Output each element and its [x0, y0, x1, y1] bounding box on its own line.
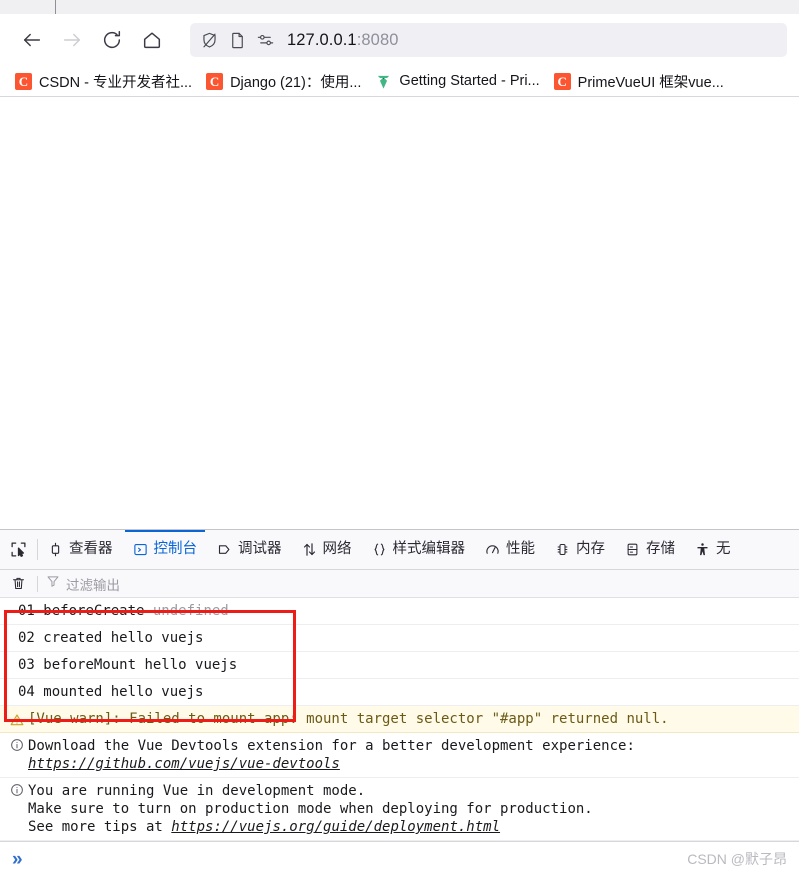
url-text: 127.0.0.1:8080	[287, 31, 399, 50]
tab-network[interactable]: 网络	[292, 530, 362, 569]
bookmark-label: CSDN - 专业开发者社...	[39, 74, 193, 91]
deployment-link[interactable]: https://vuejs.org/guide/deployment.html	[171, 819, 500, 835]
console-log-row[interactable]: 02 created hello vuejs	[0, 625, 799, 652]
info-circle-icon	[6, 737, 28, 752]
tab-accessibility[interactable]: 无	[685, 530, 741, 569]
csdn-favicon: C	[553, 72, 571, 90]
log-text: 04 mounted hello vuejs	[18, 684, 204, 700]
log-text: 01 beforeCreate	[18, 603, 153, 619]
log-value: undefined	[152, 603, 229, 619]
page-icon[interactable]	[228, 31, 247, 50]
console-filter-bar: 过滤输出	[0, 570, 799, 598]
bookmark-item[interactable]: C Django (21)：使用...	[199, 68, 368, 95]
console-status-bar: » CSDN @默子昂	[0, 841, 799, 876]
tab-label: 存储	[646, 541, 675, 558]
tab-label: 控制台	[153, 541, 198, 558]
shield-off-icon[interactable]	[200, 31, 219, 50]
back-button[interactable]	[12, 20, 52, 60]
log-text: 03 beforeMount hello vuejs	[18, 657, 238, 673]
url-host: 127.0.0.1	[287, 30, 357, 49]
tab-label: 样式编辑器	[392, 541, 466, 558]
tab-performance[interactable]: 性能	[475, 530, 545, 569]
tab-storage[interactable]: 存储	[615, 530, 685, 569]
element-picker-icon[interactable]	[0, 530, 37, 569]
console-prompt[interactable]: »	[12, 850, 23, 869]
devtools-link[interactable]: https://github.com/vuejs/vue-devtools	[28, 756, 340, 772]
info-line: You are running Vue in development mode.	[28, 783, 366, 799]
info-body: Download the Vue Devtools extension for …	[28, 737, 793, 773]
info-line: Make sure to turn on production mode whe…	[28, 801, 593, 817]
log-text: 02 created hello vuejs	[18, 630, 204, 646]
address-bar[interactable]: 127.0.0.1:8080	[190, 23, 787, 57]
warning-triangle-icon	[6, 712, 28, 727]
primevue-favicon	[375, 73, 392, 90]
info-line-prefix: See more tips at	[28, 819, 172, 835]
csdn-favicon: C	[15, 72, 32, 90]
tab-console[interactable]: 控制台	[123, 530, 208, 569]
info-line: Download the Vue Devtools extension for …	[28, 738, 635, 754]
bookmark-label: Getting Started - Pri...	[399, 73, 540, 89]
bookmark-item[interactable]: Getting Started - Pri...	[368, 70, 546, 93]
tab-label: 性能	[506, 541, 535, 558]
browser-window: 127.0.0.1:8080 C CSDN - 专业开发者社... C Djan…	[0, 0, 799, 885]
funnel-icon	[46, 574, 60, 593]
bookmark-item[interactable]: C PrimeVueUI 框架vue...	[547, 68, 731, 95]
console-warning-row[interactable]: [Vue warn]: Failed to mount app: mount t…	[0, 706, 799, 733]
devtools-panel: 查看器 控制台 调试器 网络 样式编辑器 性能 内存 存储 无 过滤输出 01 …	[0, 530, 799, 876]
home-button[interactable]	[132, 20, 172, 60]
bookmark-label: PrimeVueUI 框架vue...	[577, 74, 724, 91]
forward-button[interactable]	[52, 20, 92, 60]
devtools-tabs: 查看器 控制台 调试器 网络 样式编辑器 性能 内存 存储 无	[38, 530, 799, 569]
filter-divider	[37, 575, 38, 592]
console-log-row[interactable]: 03 beforeMount hello vuejs	[0, 652, 799, 679]
tab-separator	[55, 0, 56, 14]
bookmarks-bar: C CSDN - 专业开发者社... C Django (21)：使用... G…	[0, 66, 799, 97]
console-info-row[interactable]: You are running Vue in development mode.…	[0, 778, 799, 841]
bookmark-item[interactable]: C CSDN - 专业开发者社...	[8, 68, 199, 95]
tab-inspector[interactable]: 查看器	[38, 530, 123, 569]
search-input[interactable]: 过滤输出	[46, 574, 792, 594]
tab-memory[interactable]: 内存	[545, 530, 615, 569]
trash-icon[interactable]	[7, 576, 29, 591]
info-circle-icon	[6, 782, 28, 797]
watermark: CSDN @默子昂	[687, 851, 787, 867]
reload-button[interactable]	[92, 20, 132, 60]
console-info-row[interactable]: Download the Vue Devtools extension for …	[0, 733, 799, 778]
console-log-row[interactable]: 01 beforeCreate undefined	[0, 598, 799, 625]
navigation-toolbar: 127.0.0.1:8080	[0, 14, 799, 66]
warning-text: [Vue warn]: Failed to mount app: mount t…	[28, 711, 669, 727]
tab-label: 网络	[322, 541, 352, 558]
page-viewport	[0, 97, 799, 530]
bookmark-label: Django (21)：使用...	[230, 74, 362, 91]
tab-debugger[interactable]: 调试器	[207, 530, 292, 569]
console-output: 01 beforeCreate undefined 02 created hel…	[0, 598, 799, 841]
info-body: You are running Vue in development mode.…	[28, 782, 793, 836]
tab-label: 查看器	[69, 541, 113, 558]
tab-style-editor[interactable]: 样式编辑器	[362, 530, 476, 569]
console-log-row[interactable]: 04 mounted hello vuejs	[0, 679, 799, 706]
tab-label: 内存	[576, 541, 605, 558]
tab-label: 调试器	[238, 541, 282, 558]
url-port: :8080	[356, 30, 399, 49]
filter-placeholder: 过滤输出	[66, 577, 120, 593]
tracking-settings-icon[interactable]	[256, 31, 275, 50]
active-tab[interactable]	[56, 0, 799, 14]
tab-label: 无	[716, 541, 731, 558]
tab-strip	[0, 0, 799, 14]
devtools-tab-bar: 查看器 控制台 调试器 网络 样式编辑器 性能 内存 存储 无	[0, 530, 799, 570]
csdn-favicon: C	[206, 72, 224, 90]
